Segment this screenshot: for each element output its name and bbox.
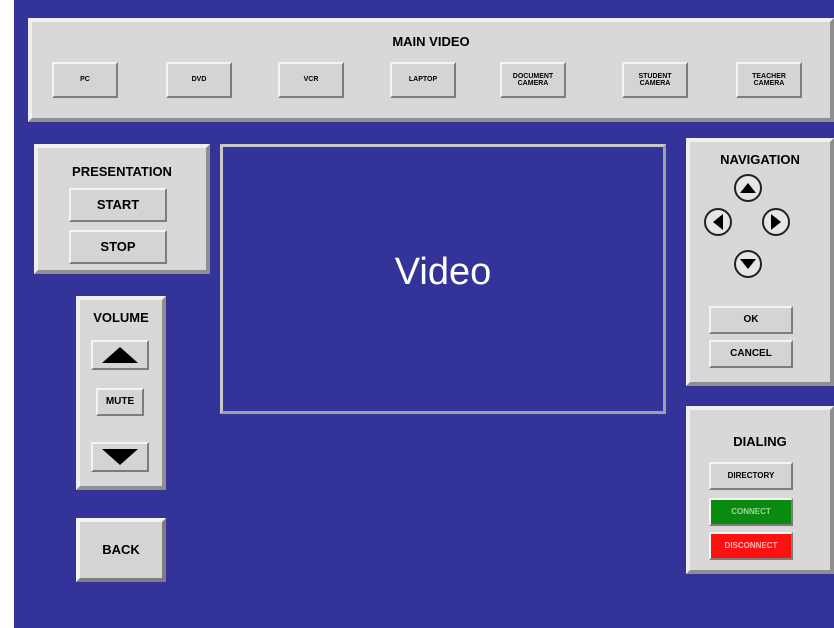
nav-left-icon (713, 214, 723, 230)
nav-up-icon (740, 183, 756, 193)
control-screen: MAIN VIDEO PC DVD VCR LAPTOP DOCUMENT CA… (14, 0, 834, 628)
source-document-camera-button[interactable]: DOCUMENT CAMERA (500, 62, 566, 98)
cancel-button[interactable]: CANCEL (709, 340, 793, 368)
volume-title: VOLUME (93, 310, 149, 325)
connect-button[interactable]: CONNECT (709, 498, 793, 526)
source-dvd-button[interactable]: DVD (166, 62, 232, 98)
source-laptop-label: LAPTOP (408, 76, 438, 84)
main-video-panel: MAIN VIDEO PC DVD VCR LAPTOP DOCUMENT CA… (28, 18, 834, 122)
disconnect-button[interactable]: DISCONNECT (709, 532, 793, 560)
nav-right-icon (771, 214, 781, 230)
source-document-camera-label-2: CAMERA (517, 80, 549, 87)
source-vcr-label: VCR (303, 76, 319, 84)
nav-left-button[interactable] (704, 208, 732, 236)
source-pc-button[interactable]: PC (52, 62, 118, 98)
back-button[interactable]: BACK (76, 518, 166, 582)
start-button[interactable]: START (69, 188, 167, 222)
source-teacher-camera-button[interactable]: TEACHER CAMERA (736, 62, 802, 98)
nav-right-button[interactable] (762, 208, 790, 236)
nav-down-button[interactable] (734, 250, 762, 278)
dialing-title: DIALING (733, 434, 787, 449)
source-student-camera-label-1: STUDENT (638, 72, 672, 80)
volume-down-button[interactable] (91, 442, 149, 472)
presentation-panel: PRESENTATION START STOP (34, 144, 210, 274)
source-document-camera-label-1: DOCUMENT (512, 72, 554, 80)
down-arrow-icon (102, 449, 138, 465)
source-laptop-button[interactable]: LAPTOP (390, 62, 456, 98)
volume-panel: VOLUME MUTE (76, 296, 166, 490)
source-teacher-camera-label-2: CAMERA (753, 80, 785, 87)
source-student-camera-button[interactable]: STUDENT CAMERA (622, 62, 688, 98)
source-pc-label: PC (80, 76, 90, 84)
nav-down-icon (740, 259, 756, 269)
stop-button[interactable]: STOP (69, 230, 167, 264)
source-student-camera-label-2: CAMERA (639, 80, 671, 87)
mute-button[interactable]: MUTE (96, 388, 144, 416)
ok-button[interactable]: OK (709, 306, 793, 334)
navigation-title: NAVIGATION (720, 152, 800, 167)
volume-up-button[interactable] (91, 340, 149, 370)
navigation-panel: NAVIGATION OK CANCEL (686, 138, 834, 386)
presentation-title: PRESENTATION (72, 164, 172, 179)
up-arrow-icon (102, 347, 138, 363)
source-dvd-label: DVD (191, 76, 207, 84)
source-teacher-camera-label-1: TEACHER (752, 72, 786, 80)
video-display: Video (220, 144, 666, 414)
source-vcr-button[interactable]: VCR (278, 62, 344, 98)
directory-button[interactable]: DIRECTORY (709, 462, 793, 490)
main-video-title: MAIN VIDEO (392, 34, 470, 49)
nav-up-button[interactable] (734, 174, 762, 202)
dialing-panel: DIALING DIRECTORY CONNECT DISCONNECT (686, 406, 834, 574)
video-label: Video (394, 250, 492, 293)
